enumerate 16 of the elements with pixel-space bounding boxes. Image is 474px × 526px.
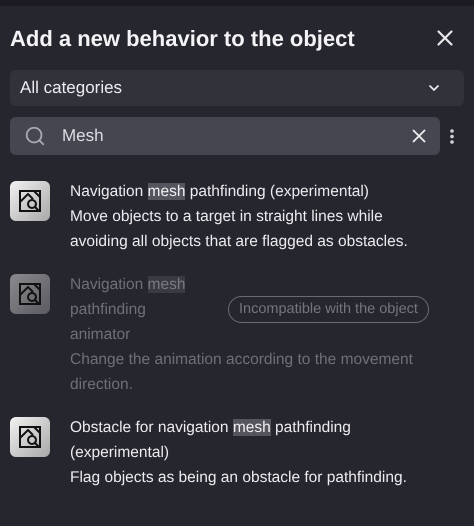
behavior-icon	[10, 274, 50, 314]
search-field[interactable]: Mesh	[62, 123, 408, 149]
behavior-icon	[10, 181, 50, 221]
behavior-description: Flag objects as being an obstacle for pathfinding.	[70, 468, 408, 488]
more-options-button[interactable]	[450, 128, 454, 144]
incompatible-badge: Incompatible with the object	[228, 296, 429, 324]
behavior-title[interactable]: Navigation mesh pathfinding (experimental)	[70, 179, 439, 204]
more-options-icon	[450, 128, 454, 144]
behavior-title[interactable]: Obstacle for navigation mesh pathfinding (experimental)	[70, 415, 439, 465]
behavior-icon	[10, 417, 50, 457]
behavior-description: Move objects to a target in straight lines while avoiding all objects that are flagged as obstacles.	[70, 207, 409, 252]
search-icon	[24, 125, 46, 147]
category-dropdown[interactable]: All categories	[10, 70, 464, 106]
search-bar[interactable]: Mesh	[10, 117, 440, 155]
dialog-title: Add a new behavior to the object	[10, 24, 355, 53]
behavior-description: Change the animation according to the movement direction.	[70, 350, 414, 395]
